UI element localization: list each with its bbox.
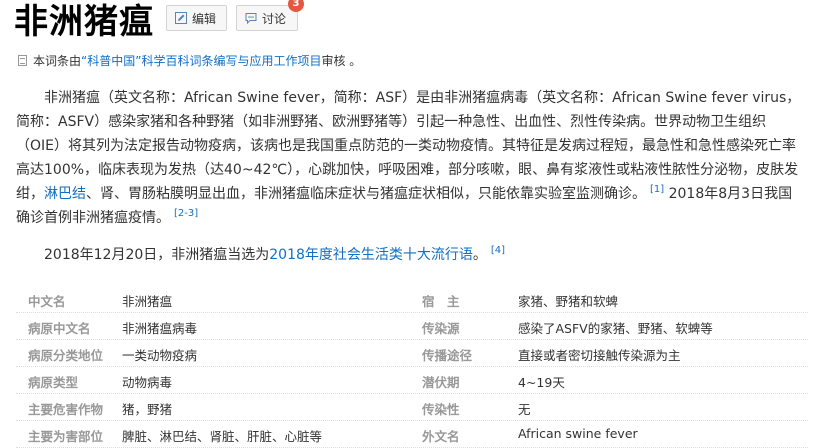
review-suffix: 审核 。 [321, 54, 362, 68]
info-row: 主要危害作物 猪，野猪 传染性 无 [16, 394, 808, 421]
info-value: 感染了ASFV的家猪、野猪、软蜱等 [518, 321, 713, 336]
review-prefix: 本词条由 [33, 54, 82, 68]
info-key: 病原中文名 [28, 321, 91, 336]
info-value: African swine fever [518, 426, 638, 441]
discuss-count-badge: 3 [288, 0, 304, 12]
info-key: 中文名 [28, 294, 66, 309]
info-row: 主要为害部位 脾脏、淋巴结、肾脏、肝脏、心脏等 外文名 African swin… [16, 421, 808, 448]
info-key: 传染源 [422, 321, 460, 336]
info-value: 猪，野猪 [122, 402, 173, 417]
buzzword-link[interactable]: 2018年度社会生活类十大流行语 [269, 247, 473, 263]
info-key: 主要为害部位 [28, 429, 104, 444]
edit-label: 编辑 [192, 11, 217, 26]
reference-1[interactable]: [1] [650, 184, 664, 195]
info-value: 动物病毒 [122, 375, 173, 390]
info-key: 传播途径 [422, 348, 473, 363]
intro-paragraph-1: 非洲猪瘟（英文名称：African Swine fever，简称：ASF）是由非… [16, 86, 806, 230]
review-notice: 本词条由 “科普中国”科学百科词条编写与应用工作项目 审核 。 [18, 52, 361, 69]
info-row: 病原类型 动物病毒 潜伏期 4~19天 [16, 367, 808, 394]
lymph-node-link[interactable]: 淋巴结 [44, 186, 86, 202]
info-value: 家猪、野猪和软蜱 [518, 294, 619, 309]
info-key: 宿 主 [422, 294, 460, 309]
info-value: 4~19天 [518, 375, 565, 390]
info-value: 直接或者密切接触传染源为主 [518, 348, 681, 363]
info-value: 脾脏、淋巴结、肾脏、肝脏、心脏等 [122, 429, 323, 444]
info-value: 无 [518, 402, 531, 417]
pencil-icon [175, 12, 187, 24]
reference-2-3[interactable]: [2-3] [174, 208, 198, 219]
info-value: 非洲猪瘟 [122, 294, 173, 309]
info-key: 病原分类地位 [28, 348, 104, 363]
info-key: 传染性 [422, 402, 460, 417]
info-key: 外文名 [422, 429, 460, 444]
info-row: 中文名 非洲猪瘟 宿 主 家猪、野猪和软蜱 [16, 286, 808, 313]
info-key: 病原类型 [28, 375, 79, 390]
discuss-label: 讨论 [262, 11, 287, 26]
info-row: 病原分类地位 一类动物疫病 传播途径 直接或者密切接触传染源为主 [16, 340, 808, 367]
info-key: 主要危害作物 [28, 402, 104, 417]
intro-p2-text: 2018年12月20日，非洲猪瘟当选为 [44, 247, 270, 263]
intro-paragraph-2: 2018年12月20日，非洲猪瘟当选为2018年度社会生活类十大流行语。 [4] [16, 243, 806, 267]
intro-text-2: 、肾、胃肠粘膜明显出血，非洲猪瘟临床症状与猪瘟症状相似，只能依靠实验室监测确诊。 [86, 186, 646, 202]
info-value: 非洲猪瘟病毒 [122, 321, 198, 336]
info-row: 病原中文名 非洲猪瘟病毒 传染源 感染了ASFV的家猪、野猪、软蜱等 [16, 313, 808, 340]
document-icon [18, 55, 27, 66]
reference-4[interactable]: [4] [491, 245, 505, 256]
review-org-link[interactable]: “科普中国”科学百科词条编写与应用工作项目 [81, 52, 321, 69]
comment-icon [245, 13, 257, 24]
info-key: 潜伏期 [422, 375, 460, 390]
info-value-link[interactable]: 一类动物疫病 [122, 345, 197, 364]
edit-button[interactable]: 编辑 [166, 5, 227, 31]
page-title: 非洲猪瘟 [14, 2, 154, 42]
basic-info-table: 中文名 非洲猪瘟 宿 主 家猪、野猪和软蜱 病原中文名 非洲猪瘟病毒 传染源 感… [16, 286, 808, 448]
intro-p2-text-2: 。 [472, 247, 487, 263]
